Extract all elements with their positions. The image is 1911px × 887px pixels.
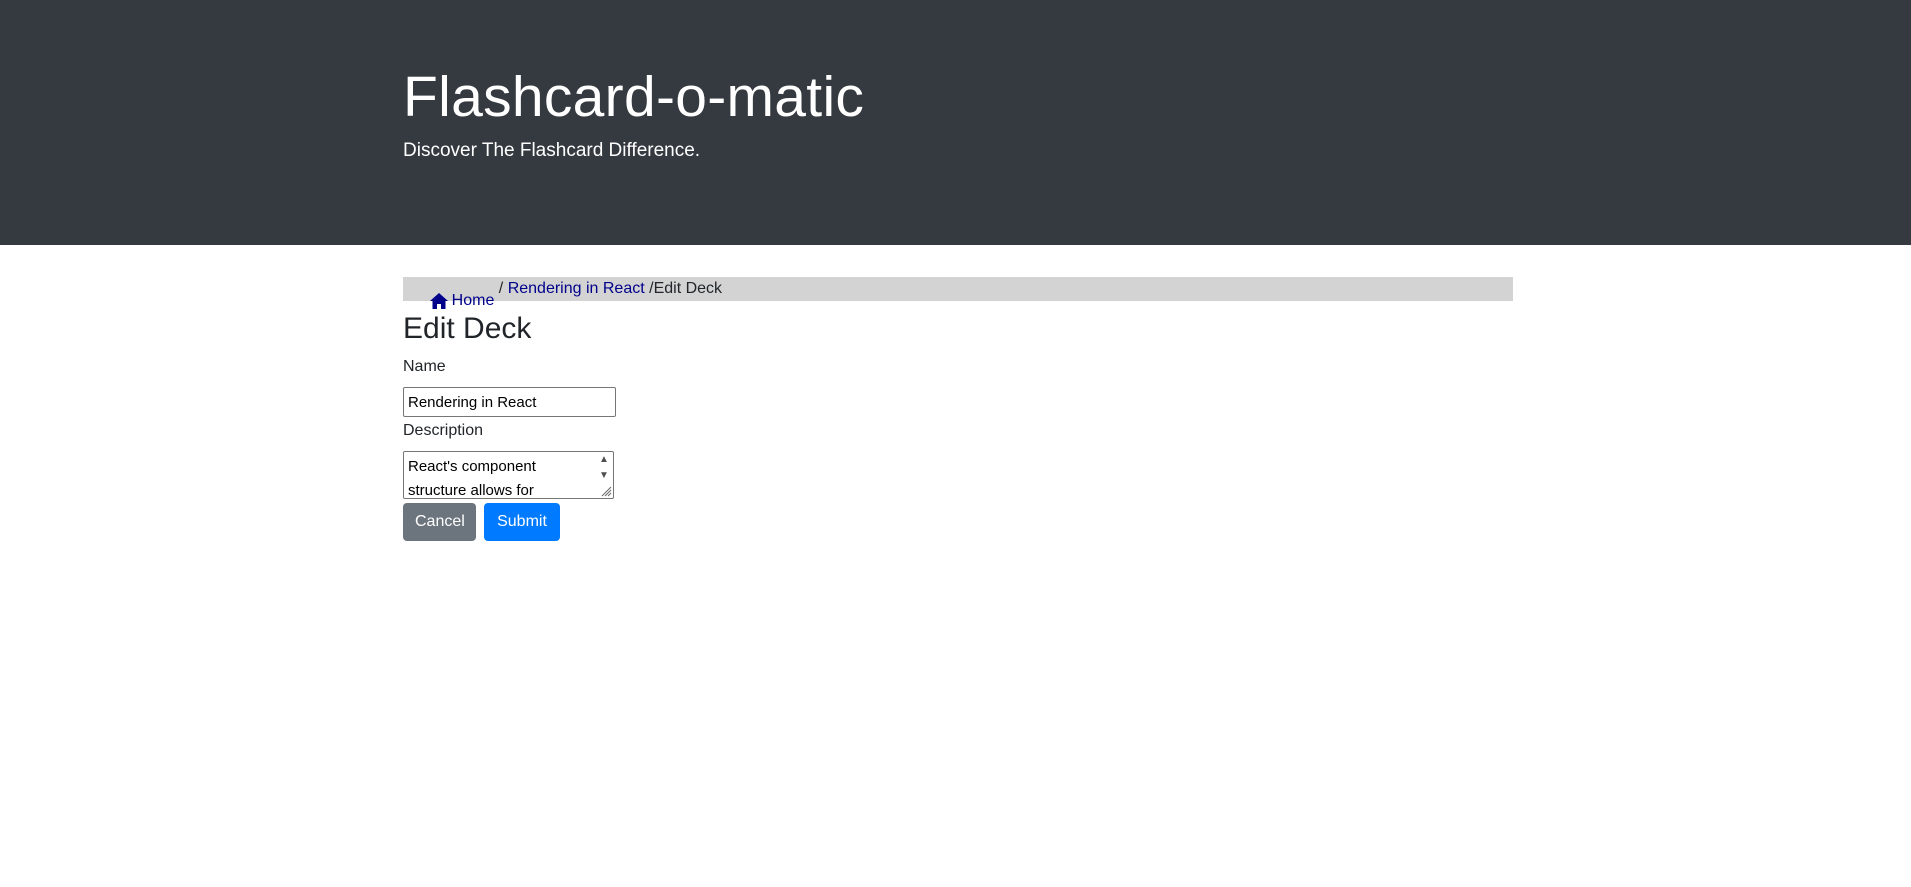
breadcrumb-home-link[interactable]: Home [403, 265, 494, 313]
breadcrumb-separator: / [644, 280, 654, 297]
home-icon [429, 292, 448, 309]
breadcrumb-current: Edit Deck [653, 280, 723, 297]
submit-button[interactable]: Submit [484, 503, 560, 541]
jumbotron-header: Flashcard-o-matic Discover The Flashcard… [0, 0, 1911, 245]
name-label: Name [403, 358, 446, 375]
scroll-up-icon[interactable]: ▲ [598, 454, 610, 466]
description-label: Description [403, 422, 484, 439]
header-content: Flashcard-o-matic Discover The Flashcard… [403, 62, 864, 162]
description-field: React's component structure allows for ▲… [403, 451, 614, 499]
app-title: Flashcard-o-matic [403, 65, 865, 129]
cancel-button[interactable]: Cancel [403, 503, 476, 541]
page-title: Edit Deck [403, 312, 532, 345]
breadcrumb-deck-link[interactable]: Rendering in React [508, 277, 645, 301]
edit-deck-form: Name Description React's component struc… [403, 357, 1513, 541]
breadcrumb-home-label: Home [451, 292, 495, 309]
form-actions: Cancel Submit [403, 503, 1513, 541]
main-content: Home / Rendering in React / Edit Deck Edi… [403, 277, 1513, 541]
app-tagline: Discover The Flashcard Difference. [403, 140, 701, 161]
scroll-down-icon[interactable]: ▼ [598, 470, 610, 482]
description-textarea[interactable]: React's component structure allows for [404, 452, 594, 498]
breadcrumb: Home / Rendering in React / Edit Deck [403, 277, 1513, 309]
resize-grip-icon[interactable] [600, 485, 612, 497]
breadcrumb-separator: / [494, 280, 508, 297]
name-input[interactable] [403, 387, 616, 417]
